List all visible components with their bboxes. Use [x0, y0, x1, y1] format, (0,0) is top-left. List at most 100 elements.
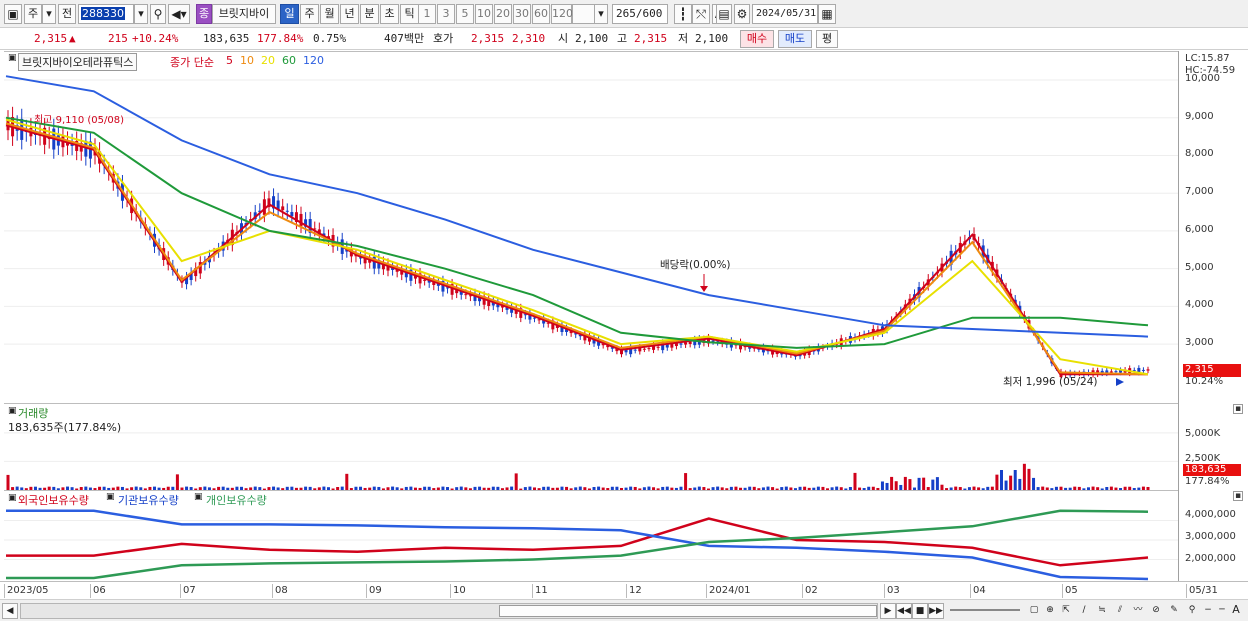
- volume-panel[interactable]: ▣ 거래량 183,635주(177.84%): [4, 403, 1178, 490]
- volume-bar: [1009, 475, 1013, 490]
- period-tab[interactable]: 초: [380, 4, 399, 24]
- speaker-icon[interactable]: ◀▾: [168, 4, 190, 24]
- stock-code-input[interactable]: 288330: [78, 4, 134, 24]
- fibonacci-icon[interactable]: ≒: [1094, 603, 1110, 619]
- close-icon[interactable]: ▪: [1233, 404, 1243, 414]
- sell-button[interactable]: 매도: [778, 30, 812, 48]
- low-arrow-icon: [1116, 378, 1124, 386]
- candlestick-icon[interactable]: ┇: [674, 4, 692, 24]
- date-axis-right: 05/31: [1186, 584, 1218, 598]
- period-tab[interactable]: 주: [300, 4, 319, 24]
- rewind-icon[interactable]: ◀◀: [896, 603, 912, 619]
- interval-tab[interactable]: 3: [437, 4, 455, 24]
- shape-icon[interactable]: ⊘: [1148, 603, 1164, 619]
- chart-scrollbar[interactable]: ◀ ▶ ◀◀ ■ ▶▶ ▢ ⊕ ⇱ ∕ ≒ ⫽ 〰 ⊘ ✎ ⚲ − ─ A: [0, 599, 1248, 621]
- chevron-down-icon[interactable]: ▾: [42, 4, 56, 24]
- prev-button[interactable]: 전: [58, 4, 76, 24]
- period-tab[interactable]: 일: [280, 4, 299, 24]
- candle-body: [285, 210, 289, 212]
- price-tick: 5,000: [1185, 261, 1214, 273]
- panel-toggle-icon[interactable]: ▣: [8, 53, 17, 63]
- scroll-thumb[interactable]: [499, 605, 877, 617]
- move-icon[interactable]: ⇱: [1058, 603, 1074, 619]
- date-tick: 02: [802, 584, 818, 598]
- stop-icon[interactable]: ■: [912, 603, 928, 619]
- quote-bar: 2,315 ▲ 215 +10.24% 183,635 177.84% 0.75…: [0, 28, 1248, 50]
- candle-body: [647, 348, 651, 350]
- wave-icon[interactable]: 〰: [1130, 603, 1146, 619]
- text-icon[interactable]: A: [1228, 603, 1244, 619]
- stock-code-value: 288330: [81, 7, 125, 20]
- last-volume-pct: 177.84%: [1185, 476, 1230, 487]
- channel-icon[interactable]: ⫽: [1112, 603, 1128, 619]
- interval-tab[interactable]: 60: [532, 4, 550, 24]
- last-price-pct: 10.24%: [1185, 376, 1224, 387]
- interval-tab[interactable]: 120: [551, 4, 573, 24]
- volume-ratio: 177.84%: [257, 32, 304, 45]
- volume-summary: 183,635주(177.84%): [8, 421, 122, 434]
- lc-value: LC:15.87: [1185, 53, 1230, 64]
- period-tab[interactable]: 월: [320, 4, 339, 24]
- price-change-pct: +10.24%: [132, 32, 179, 45]
- indicator-icon[interactable]: ⤲: [692, 4, 710, 24]
- market-select[interactable]: 주: [24, 4, 42, 24]
- interval-tab[interactable]: 30: [513, 4, 531, 24]
- price-chart-panel[interactable]: ▣ 브릿지바이오테라퓨틱스 종가 단순 5 10 20 60 120 최고 9,110 …: [4, 51, 1178, 403]
- chart-type-icon[interactable]: ▣: [4, 4, 22, 24]
- draw-icon[interactable]: ✎: [1166, 603, 1182, 619]
- average-button[interactable]: 평: [816, 30, 838, 48]
- scroll-track[interactable]: [20, 603, 878, 619]
- volume-bar: [1027, 468, 1031, 490]
- volume-bar: [922, 477, 926, 490]
- open-price: 2,100: [575, 32, 609, 45]
- volume-bar: [175, 474, 179, 490]
- price-chart[interactable]: [4, 52, 1178, 403]
- buy-button[interactable]: 매수: [740, 30, 774, 48]
- fast-forward-icon[interactable]: ▶▶: [928, 603, 944, 619]
- scroll-right-button[interactable]: ▶: [880, 603, 896, 619]
- period-tab[interactable]: 년: [340, 4, 359, 24]
- zoom-slider[interactable]: [950, 609, 1020, 611]
- series-icon: ▣: [194, 492, 203, 502]
- hoga-label: 호가: [433, 32, 454, 45]
- data-count-field[interactable]: 265/600: [612, 4, 668, 24]
- holdings-chart[interactable]: [4, 491, 1178, 581]
- scroll-left-button[interactable]: ◀: [2, 603, 18, 619]
- period-tab[interactable]: 분: [360, 4, 379, 24]
- low-price: 2,100: [695, 32, 729, 45]
- close-icon[interactable]: ▪: [1233, 491, 1243, 501]
- holdings-panel[interactable]: ▣ 외국인보유수량 ▣ 기관보유수량 ▣ 개인보유수량: [4, 490, 1178, 581]
- candle-body: [281, 206, 285, 211]
- candle-body: [633, 349, 637, 351]
- zoom-fit-icon[interactable]: ▢: [1026, 603, 1042, 619]
- date-tick: 09: [366, 584, 382, 598]
- chevron-down-icon[interactable]: ▾: [134, 4, 148, 24]
- search-icon[interactable]: ⚲: [1184, 603, 1200, 619]
- zoom-icon[interactable]: ⊕: [1042, 603, 1058, 619]
- stock-name-field[interactable]: 브릿지바이: [212, 4, 276, 24]
- gear-icon[interactable]: ⚙: [734, 4, 750, 24]
- interval-tab[interactable]: 10: [475, 4, 493, 24]
- panel-toggle-icon[interactable]: ▣: [8, 493, 17, 503]
- candle-body: [423, 279, 427, 281]
- trend-line-icon[interactable]: ∕: [1076, 603, 1092, 619]
- volume-bar: [345, 473, 349, 490]
- interval-tab[interactable]: 5: [456, 4, 474, 24]
- price-tick: 9,000: [1185, 110, 1214, 122]
- period-tab[interactable]: 틱: [400, 4, 419, 24]
- calendar-icon[interactable]: ▦: [818, 4, 836, 24]
- turnover-rate: 0.75%: [313, 32, 347, 45]
- volume-bar: [880, 481, 884, 490]
- high-label: 고: [617, 32, 628, 45]
- chevron-down-icon[interactable]: ▾: [594, 4, 608, 24]
- save-icon[interactable]: ▤: [716, 4, 732, 24]
- interval-tab[interactable]: 1: [418, 4, 436, 24]
- panel-toggle-icon[interactable]: ▣: [8, 406, 17, 416]
- volume-chart[interactable]: [4, 404, 1178, 490]
- volume-bar: [1004, 480, 1008, 490]
- ma-period-label: 120: [303, 54, 324, 67]
- search-icon[interactable]: ⚲: [150, 4, 166, 24]
- interval-tab[interactable]: 20: [494, 4, 512, 24]
- date-input[interactable]: 2024/05/31: [752, 4, 818, 24]
- candle-body: [290, 212, 294, 217]
